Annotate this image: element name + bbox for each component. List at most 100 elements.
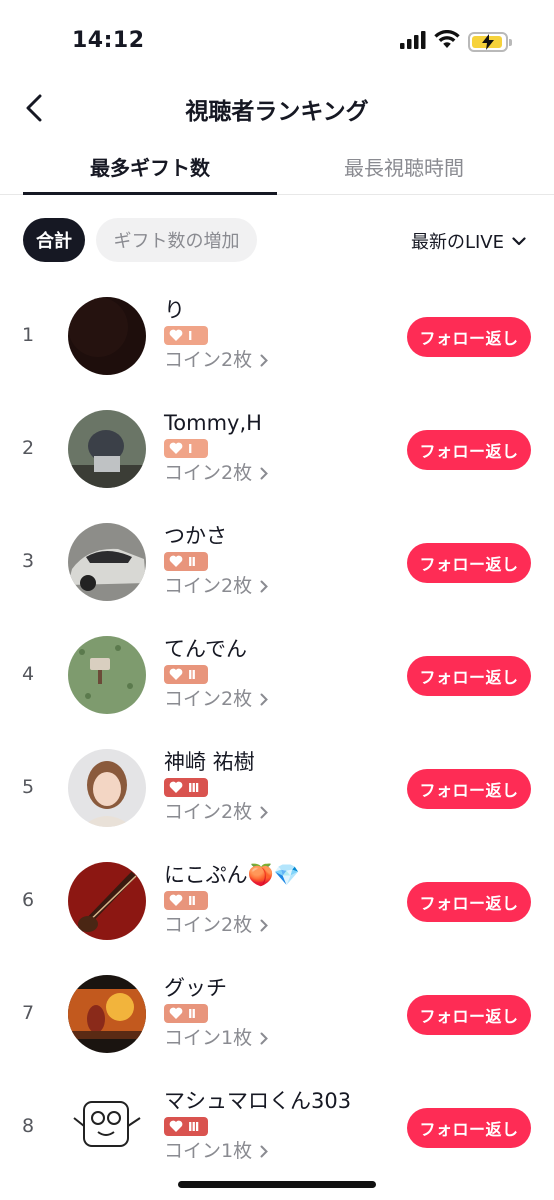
battery-icon [468, 31, 512, 52]
rank-number: 7 [21, 1002, 35, 1024]
ranking-row[interactable]: 2 Tommy,H I コイン2枚 フォロー返し [0, 393, 554, 506]
chevron-right-icon [260, 580, 269, 592]
rank-number: 2 [21, 437, 35, 459]
level-text: II [188, 1006, 196, 1021]
level-text: I [188, 328, 193, 343]
follow-back-button[interactable]: フォロー返し [407, 430, 531, 470]
avatar[interactable] [68, 636, 146, 714]
avatar[interactable] [68, 1088, 146, 1166]
filter-row: 合計 ギフト数の増加 最新のLIVE [0, 216, 554, 264]
ranking-list: 1 り I コイン2枚 フォロー返し 2 Tommy,H I コイン2枚 フォロ… [0, 280, 554, 1184]
follow-back-button[interactable]: フォロー返し [407, 882, 531, 922]
ranking-row[interactable]: 4 てんでん II コイン2枚 フォロー返し [0, 619, 554, 732]
live-select-dropdown[interactable]: 最新のLIVE [411, 228, 526, 254]
active-tab-indicator [23, 192, 277, 195]
level-text: III [188, 780, 199, 795]
coin-count-label: コイン2枚 [164, 914, 253, 936]
coin-count[interactable]: コイン1枚 [164, 1025, 269, 1051]
ranking-row[interactable]: 3 つかさ II コイン2枚 フォロー返し [0, 506, 554, 619]
avatar[interactable] [68, 975, 146, 1053]
gifter-level-badge: II [164, 665, 208, 684]
follow-back-button[interactable]: フォロー返し [407, 995, 531, 1035]
heart-icon [169, 668, 183, 680]
gifter-level-badge: II [164, 552, 208, 571]
ranking-row[interactable]: 6 にこぷん🍑💎 II コイン2枚 フォロー返し [0, 845, 554, 958]
heart-icon [169, 1007, 183, 1019]
page-title: 視聴者ランキング [185, 99, 369, 125]
tab-most-gifts[interactable]: 最多ギフト数 [23, 152, 277, 181]
filter-total-chip[interactable]: 合計 [23, 218, 85, 262]
coin-count-label: コイン2枚 [164, 801, 253, 823]
chevron-right-icon [260, 354, 269, 366]
level-text: II [188, 893, 196, 908]
follow-back-button[interactable]: フォロー返し [407, 656, 531, 696]
ranking-row[interactable]: 7 グッチ II コイン1枚 フォロー返し [0, 958, 554, 1071]
user-name: Tommy,H [164, 411, 262, 435]
heart-icon [169, 781, 183, 793]
coin-count[interactable]: コイン2枚 [164, 686, 269, 712]
follow-back-button[interactable]: フォロー返し [407, 769, 531, 809]
level-text: I [188, 441, 193, 456]
coin-count-label: コイン2枚 [164, 462, 253, 484]
coin-count[interactable]: コイン2枚 [164, 460, 269, 486]
user-name: り [164, 298, 185, 322]
ranking-row[interactable]: 1 り I コイン2枚 フォロー返し [0, 280, 554, 393]
heart-icon [169, 555, 183, 567]
coin-count[interactable]: コイン2枚 [164, 347, 269, 373]
status-icons [400, 29, 512, 53]
rank-number: 4 [21, 663, 35, 685]
gifter-level-badge: II [164, 1004, 208, 1023]
user-name: にこぷん🍑💎 [164, 863, 300, 887]
chevron-right-icon [260, 1032, 269, 1044]
ranking-row[interactable]: 5 神崎 祐樹 III コイン2枚 フォロー返し [0, 732, 554, 845]
rank-number: 3 [21, 550, 35, 572]
follow-back-button[interactable]: フォロー返し [407, 543, 531, 583]
coin-count[interactable]: コイン2枚 [164, 799, 269, 825]
rank-number: 5 [21, 776, 35, 798]
level-text: III [188, 1119, 199, 1134]
follow-back-button[interactable]: フォロー返し [407, 1108, 531, 1148]
coin-count-label: コイン1枚 [164, 1027, 253, 1049]
user-name: マシュマロくん303 [164, 1089, 352, 1113]
avatar[interactable] [68, 523, 146, 601]
avatar[interactable] [68, 862, 146, 940]
gifter-level-badge: I [164, 326, 208, 345]
coin-count-label: コイン2枚 [164, 688, 253, 710]
rank-number: 1 [21, 324, 35, 346]
user-name: 神崎 祐樹 [164, 750, 255, 774]
rank-number: 8 [21, 1115, 35, 1137]
status-bar: 14:12 [0, 0, 554, 82]
heart-icon [169, 894, 183, 906]
coin-count[interactable]: コイン1枚 [164, 1138, 351, 1164]
cellular-signal-icon [400, 30, 426, 53]
heart-icon [169, 1120, 183, 1132]
rank-number: 6 [21, 889, 35, 911]
heart-icon [169, 442, 183, 454]
level-text: II [188, 667, 196, 682]
gifter-level-badge: II [164, 891, 208, 910]
chevron-right-icon [260, 919, 269, 931]
heart-icon [169, 329, 183, 341]
avatar[interactable] [68, 410, 146, 488]
avatar[interactable] [68, 749, 146, 827]
chevron-down-icon [512, 236, 526, 245]
tab-bar: 最多ギフト数 最長視聴時間 [0, 140, 554, 195]
follow-back-button[interactable]: フォロー返し [407, 317, 531, 357]
coin-count[interactable]: コイン2枚 [164, 912, 300, 938]
user-name: つかさ [164, 524, 227, 548]
user-name: グッチ [164, 976, 227, 1000]
chevron-right-icon [260, 693, 269, 705]
coin-count-label: コイン2枚 [164, 349, 253, 371]
ranking-row[interactable]: 8 マシュマロくん303 III コイン1枚 フォロー返し [0, 1071, 554, 1184]
filter-increase-chip[interactable]: ギフト数の増加 [96, 218, 257, 262]
coin-count[interactable]: コイン2枚 [164, 573, 269, 599]
wifi-icon [434, 29, 460, 53]
coin-count-label: コイン2枚 [164, 575, 253, 597]
gifter-level-badge: I [164, 439, 208, 458]
gifter-level-badge: III [164, 778, 208, 797]
tab-longest-watch-time[interactable]: 最長視聴時間 [277, 152, 531, 181]
avatar[interactable] [68, 297, 146, 375]
status-time: 14:12 [72, 28, 145, 53]
gifter-level-badge: III [164, 1117, 208, 1136]
home-indicator [178, 1181, 376, 1188]
